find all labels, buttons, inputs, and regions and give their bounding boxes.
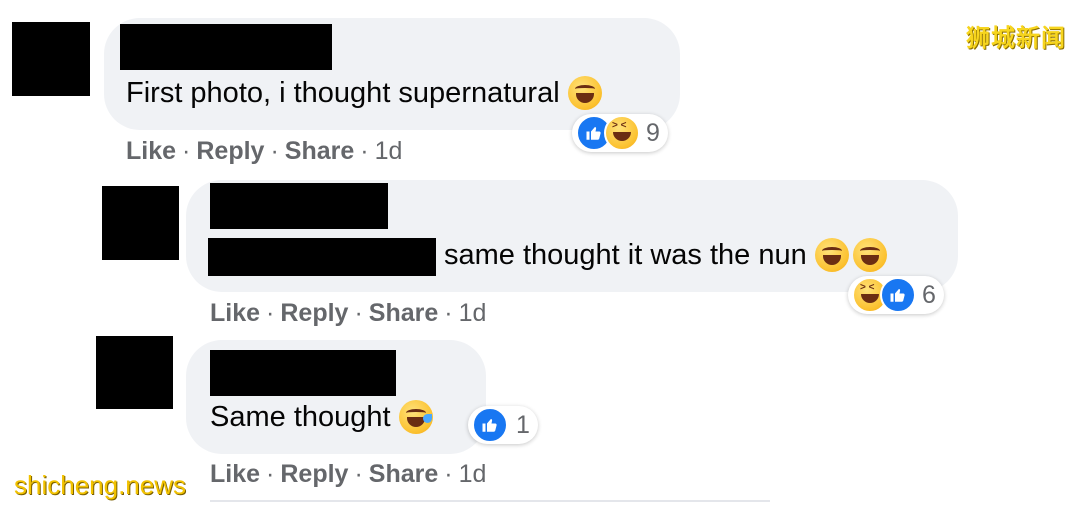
like-button[interactable]: Like — [210, 460, 260, 488]
laughing-tears-emoji — [852, 238, 887, 272]
sweat-smile-emoji — [398, 400, 433, 434]
timestamp[interactable]: 1d — [375, 137, 403, 165]
like-reaction-icon — [472, 407, 508, 443]
reply-button[interactable]: Reply — [280, 460, 348, 488]
haha-reaction-icon — [604, 115, 640, 151]
reaction-summary[interactable]: 9 — [572, 114, 668, 152]
author-name-redacted[interactable] — [210, 183, 388, 229]
separator: · — [182, 137, 191, 165]
comment-text: same thought it was the nun — [444, 238, 887, 272]
separator: · — [266, 299, 275, 327]
watermark-top-right: 狮城新闻 — [966, 25, 1066, 52]
separator: · — [266, 460, 275, 488]
reaction-summary[interactable]: 1 — [468, 406, 538, 444]
reaction-count: 9 — [646, 118, 660, 147]
separator: · — [354, 460, 363, 488]
watermark-bottom-left: shicheng.news — [14, 470, 186, 500]
like-reaction-icon — [880, 277, 916, 313]
comment-actions: Like · Reply · Share · 1d — [210, 460, 486, 489]
avatar-redacted[interactable] — [102, 186, 179, 260]
laughing-tears-emoji — [814, 238, 849, 272]
reaction-count: 1 — [516, 410, 530, 439]
laughing-tears-emoji — [567, 76, 602, 110]
separator: · — [360, 137, 369, 165]
reply-button[interactable]: Reply — [280, 299, 348, 327]
bottom-divider — [210, 500, 770, 502]
reaction-summary[interactable]: 6 — [848, 276, 944, 314]
author-name-redacted[interactable] — [120, 24, 332, 70]
comment-actions: Like · Reply · Share · 1d — [210, 299, 486, 328]
reaction-count: 6 — [922, 280, 936, 309]
avatar-redacted[interactable] — [96, 336, 173, 409]
separator: · — [270, 137, 279, 165]
separator: · — [444, 460, 453, 488]
mention-redacted[interactable] — [208, 238, 436, 276]
comment-text: Same thought — [210, 400, 433, 434]
share-button[interactable]: Share — [369, 299, 438, 327]
timestamp[interactable]: 1d — [459, 460, 487, 488]
separator: · — [354, 299, 363, 327]
separator: · — [444, 299, 453, 327]
share-button[interactable]: Share — [285, 137, 354, 165]
share-button[interactable]: Share — [369, 460, 438, 488]
sweat-drop-icon — [422, 414, 432, 423]
avatar-redacted[interactable] — [12, 22, 90, 96]
reply-button[interactable]: Reply — [196, 137, 264, 165]
like-button[interactable]: Like — [126, 137, 176, 165]
comment-text: First photo, i thought supernatural — [126, 76, 602, 110]
author-name-redacted[interactable] — [210, 350, 396, 396]
timestamp[interactable]: 1d — [459, 299, 487, 327]
comment-actions: Like · Reply · Share · 1d — [126, 137, 402, 166]
like-button[interactable]: Like — [210, 299, 260, 327]
